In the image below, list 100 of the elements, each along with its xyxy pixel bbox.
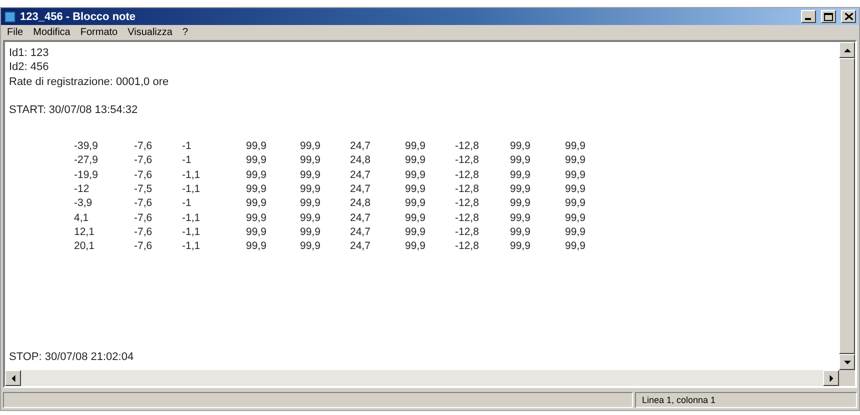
table-cell-text: 99,9 [510,168,532,182]
table-cell-text: 24,8 [350,153,372,168]
table-cell-text: 99,9 [510,153,532,168]
table-cell-text: -1,1 [182,224,202,240]
table-cell-text: 99,9 [246,239,268,254]
table-cell-text: 20,1 [74,239,96,254]
table-cell-text: -1,1 [182,182,202,196]
window-title: 123_456 - Blocco note [20,10,136,22]
table-cell-text: 99,9 [405,168,426,182]
text-line: Id2: 456 [9,60,50,75]
left-arrow-icon [10,374,16,382]
table-cell-text: 24,7 [350,182,372,196]
table-cell-text: 24,7 [350,210,372,225]
table-cell-text: -39,9 [74,139,99,154]
table-cell-text: 99,9 [565,210,586,225]
table-cell-text: -7,6 [134,196,154,211]
table-cell-text: 99,9 [300,139,322,154]
table-cell-text: -1,1 [182,239,202,254]
table-cell-text: 99,9 [510,224,532,240]
menu-item[interactable]: Formato [80,27,118,38]
table-cell-text: 24,7 [350,168,372,182]
table-cell-text: 99,9 [300,182,322,196]
menu-item[interactable]: ? [182,27,188,38]
right-arrow-icon [828,374,834,382]
scroll-right-button[interactable] [823,370,839,386]
table-cell-text: 99,9 [565,196,586,211]
scroll-down-button[interactable] [839,354,855,370]
scroll-up-button[interactable] [839,42,855,58]
table-cell-text: 99,9 [510,210,532,225]
notepad-icon [4,10,16,22]
table-cell-text: -7,6 [134,139,154,154]
table-cell-text: 99,9 [300,239,322,254]
table-cell-text: -7,6 [134,168,154,182]
table-cell-text: -12,8 [455,196,480,211]
table-cell-text: 99,9 [300,210,322,225]
maximize-icon [824,12,833,20]
table-cell-text: -1,1 [182,210,202,225]
table-cell-text: 4,1 [74,210,90,225]
table-cell-text: -27,9 [74,153,99,168]
table-cell-text: 99,9 [565,224,586,240]
table-cell-text: 99,9 [405,224,426,240]
table-cell-text: -12,8 [455,168,480,182]
table-cell-text: 99,9 [405,196,426,211]
table-cell-text: -12,8 [455,210,480,225]
cursor-position: Linea 1, colonna 1 [635,392,857,408]
table-cell-text: -12,8 [455,224,480,240]
up-arrow-icon [844,46,850,54]
table-cell-text: 99,9 [405,182,426,196]
menu-item[interactable]: File [7,27,24,38]
down-arrow-icon [844,358,850,366]
table-cell-text: 99,9 [565,182,586,196]
table-cell-text: 99,9 [565,168,586,182]
table-cell-text: 99,9 [510,139,532,154]
table-cell-text: 99,9 [246,210,268,225]
table-cell-text: 99,9 [246,224,268,240]
table-cell-text: 99,9 [246,153,268,168]
table-cell-text: -12,8 [455,139,480,154]
table-cell-text: -7,6 [134,239,154,254]
close-button[interactable] [841,10,856,23]
table-cell-text: 24,7 [350,139,372,154]
table-cell-text: 99,9 [246,139,268,154]
menu-item[interactable]: Modifica [33,27,70,38]
menu-item[interactable]: Visualizza [128,27,172,38]
table-cell-text: 99,9 [565,139,586,154]
table-cell-text: 99,9 [300,153,322,168]
minimize-button[interactable] [801,10,816,23]
text-line: Id1: 123 [9,46,50,60]
table-cell-text: -7,6 [134,210,154,225]
maximize-button[interactable] [821,10,836,23]
table-cell-text: -12,8 [455,239,480,254]
table-cell-text: 99,9 [405,153,426,168]
table-cell-text: 24,8 [350,196,372,211]
table-cell-text: -12,8 [455,153,480,168]
table-cell-text: -1 [182,139,192,154]
text-line: START: 30/07/08 13:54:32 [9,102,139,118]
table-cell-text: -7,6 [134,153,154,168]
table-cell-text: 99,9 [246,196,268,211]
table-cell-text: 99,9 [405,239,426,254]
table-cell-text: -1 [182,153,192,168]
table-cell-text: 99,9 [565,153,586,168]
table-cell-text: -1 [182,196,192,211]
table-cell-text: 24,7 [350,224,372,240]
table-cell-text: -12 [74,182,90,196]
table-cell-text: 99,9 [300,196,322,211]
table-cell-text: 24,7 [350,239,372,254]
table-cell-text: -1,1 [182,168,202,182]
close-icon [844,13,852,20]
table-cell-text: -19,9 [74,168,99,182]
table-cell-text: 99,9 [510,182,532,196]
table-cell-text: -3,9 [74,196,94,211]
scroll-left-button[interactable] [5,370,21,386]
table-cell-text: 99,9 [565,239,586,254]
table-cell-text: 99,9 [405,139,426,154]
table-cell-text: 99,9 [510,239,532,254]
table-cell-text: 99,9 [300,168,322,182]
table-cell-text: 99,9 [246,168,268,182]
text-line: STOP: 30/07/08 21:02:04 [9,350,135,364]
table-cell-text: 99,9 [300,224,322,240]
table-cell-text: -7,6 [134,224,154,240]
text-line: Rate di registrazione: 0001,0 ore [9,74,170,89]
